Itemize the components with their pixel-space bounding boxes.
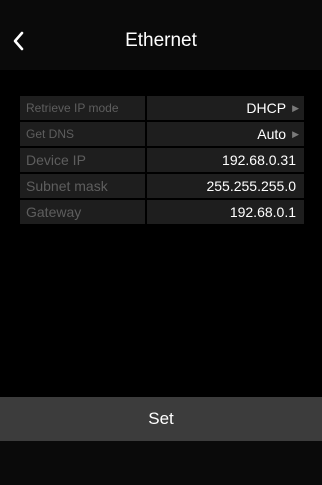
get-dns-value: Auto — [257, 126, 287, 142]
header-bar: Ethernet — [0, 0, 322, 70]
device-ip-field[interactable]: 192.68.0.31 — [147, 148, 304, 172]
gateway-value: 192.68.0.1 — [229, 204, 296, 220]
triangle-right-icon: ▶ — [292, 102, 299, 113]
triangle-right-icon: ▶ — [292, 128, 299, 139]
subnet-mask-value: 255.255.255.0 — [206, 178, 296, 194]
gateway-label: Gateway — [20, 200, 145, 224]
subnet-mask-field[interactable]: 255.255.255.0 — [147, 174, 304, 198]
device-ip-label: Device IP — [20, 148, 145, 172]
page-title: Ethernet — [125, 30, 197, 51]
retrieve-ip-mode-label: Retrieve IP mode — [20, 96, 145, 120]
footer-bar — [0, 441, 322, 485]
get-dns-label: Get DNS — [20, 122, 145, 146]
retrieve-ip-mode-select[interactable]: DHCP ▶ — [147, 96, 304, 120]
gateway-field[interactable]: 192.68.0.1 — [147, 200, 304, 224]
subnet-mask-label: Subnet mask — [20, 174, 145, 198]
retrieve-ip-mode-value: DHCP — [246, 100, 287, 116]
get-dns-select[interactable]: Auto ▶ — [147, 122, 304, 146]
set-button[interactable]: Set — [0, 397, 322, 441]
device-ip-value: 192.68.0.31 — [222, 152, 296, 168]
ethernet-settings-table: Retrieve IP mode DHCP ▶ Get DNS Auto ▶ D… — [20, 96, 304, 224]
